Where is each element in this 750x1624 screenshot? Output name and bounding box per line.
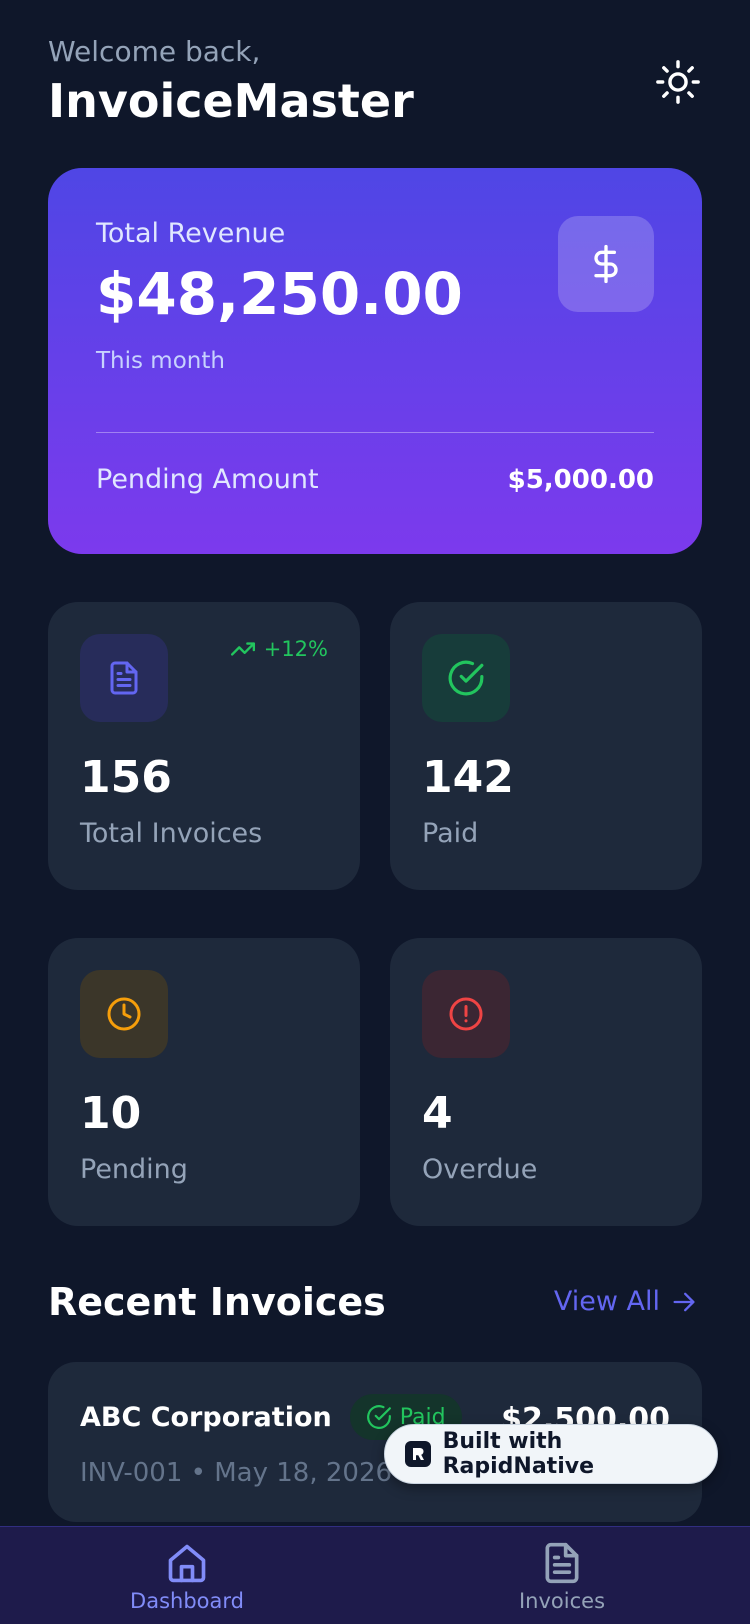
theme-toggle-button[interactable]: [654, 58, 702, 106]
stat-label: Total Invoices: [80, 818, 263, 849]
header: Welcome back, InvoiceMaster: [48, 34, 702, 134]
document-icon: [110, 661, 138, 695]
tab-dashboard[interactable]: Dashboard: [87, 1541, 287, 1613]
stat-value: 10: [80, 1088, 142, 1139]
stat-card-paid[interactable]: 142 Paid: [390, 602, 702, 890]
built-with-text: Built with RapidNative: [442, 1429, 594, 1479]
check-circle-icon: [448, 660, 484, 696]
bottom-tab-bar: Dashboard Invoices: [0, 1526, 750, 1624]
invoice-company: ABC Corporation: [80, 1401, 332, 1433]
document-icon: [545, 1542, 579, 1584]
rapidnative-logo-icon: [405, 1441, 431, 1467]
tab-label: Dashboard: [130, 1589, 244, 1613]
tab-invoices[interactable]: Invoices: [462, 1541, 662, 1613]
pending-amount-label: Pending Amount: [96, 464, 319, 495]
revenue-icon-box: [558, 216, 654, 312]
stat-label: Overdue: [422, 1154, 538, 1185]
pending-amount-row: Pending Amount $5,000.00: [96, 464, 654, 495]
home-icon: [168, 1544, 206, 1583]
revenue-card[interactable]: Total Revenue $48,250.00 This month Pend…: [48, 168, 702, 554]
view-all-label: View All: [553, 1286, 660, 1317]
sun-icon: [656, 60, 700, 104]
dollar-icon: [594, 244, 618, 284]
check-circle-icon: [366, 1405, 391, 1429]
stat-card-overdue[interactable]: 4 Overdue: [390, 938, 702, 1226]
view-all-link[interactable]: View All: [554, 1286, 698, 1317]
arrow-right-icon: [673, 1292, 695, 1311]
alert-circle-icon: [449, 997, 483, 1031]
tab-label: Invoices: [518, 1589, 606, 1613]
stat-card-total-invoices[interactable]: +12% 156 Total Invoices: [48, 602, 360, 890]
stat-value: 142: [422, 752, 514, 803]
app-title: InvoiceMaster: [48, 74, 414, 128]
recent-invoices-title: Recent Invoices: [48, 1280, 386, 1324]
stat-value: 156: [80, 752, 172, 803]
stat-icon-box: [80, 970, 168, 1058]
pending-amount-value: $5,000.00: [507, 464, 654, 495]
stat-value: 4: [422, 1088, 453, 1139]
stat-card-pending[interactable]: 10 Pending: [48, 938, 360, 1226]
trend-value: +12%: [263, 637, 328, 661]
revenue-divider: [96, 432, 654, 433]
welcome-text: Welcome back,: [48, 35, 261, 68]
stat-icon-box: [80, 634, 168, 722]
trend-indicator: +12%: [230, 636, 328, 662]
stat-label: Paid: [422, 818, 479, 849]
clock-icon: [107, 997, 141, 1031]
built-with-badge[interactable]: Built with RapidNative: [384, 1424, 718, 1484]
stat-label: Pending: [80, 1154, 188, 1185]
trending-up-icon: [230, 642, 255, 656]
stat-icon-box: [422, 634, 510, 722]
revenue-period: This month: [96, 348, 225, 374]
stat-icon-box: [422, 970, 510, 1058]
